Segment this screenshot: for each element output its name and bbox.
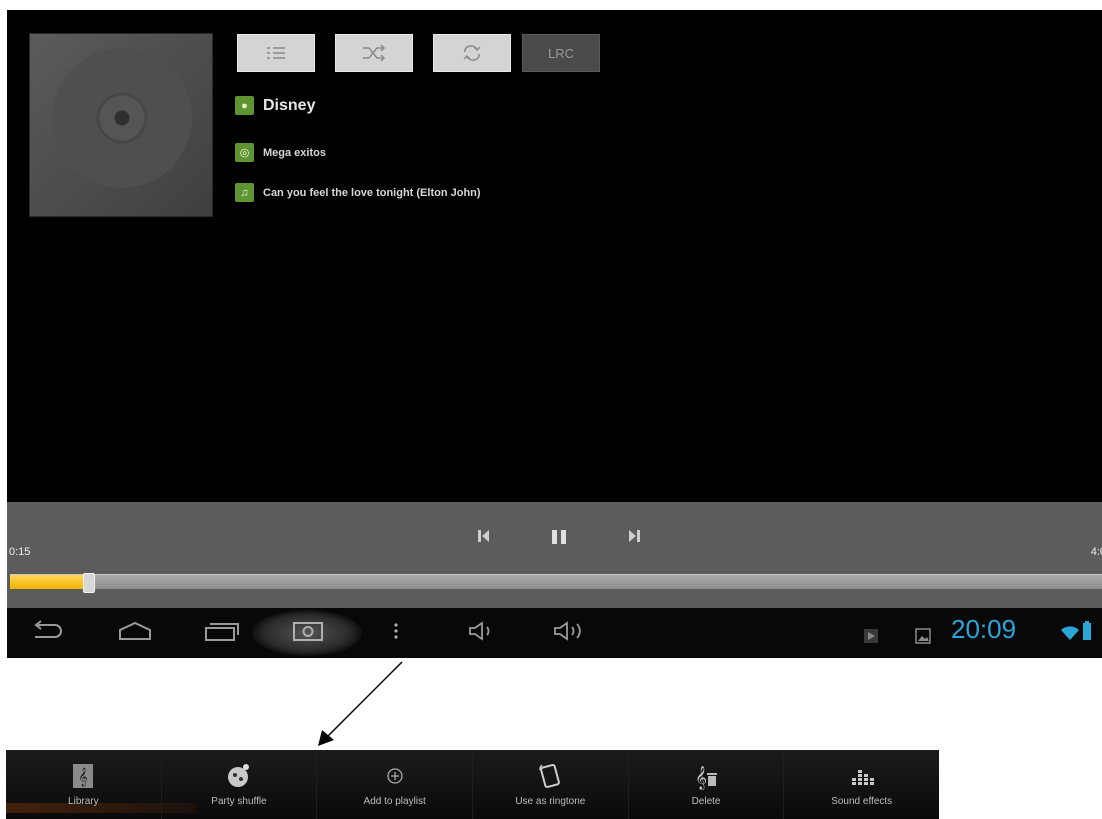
disc-icon: [52, 48, 192, 188]
gallery-notification[interactable]: [915, 624, 931, 650]
music-player-screen: LRC ● Disney ◎ Mega exitos ♫ Can you fee…: [7, 10, 1102, 658]
screenshot-button[interactable]: [292, 620, 324, 648]
status-clock: 20:09: [951, 614, 1017, 644]
shuffle-icon: [363, 44, 386, 62]
playlist-button[interactable]: [237, 34, 315, 72]
seek-bar[interactable]: [10, 573, 1102, 593]
lrc-label: LRC: [547, 45, 574, 61]
lrc-button[interactable]: LRC: [522, 34, 600, 72]
battery-icon: [1082, 620, 1092, 648]
library-icon: 𝄞: [73, 764, 94, 788]
next-icon: [629, 530, 640, 542]
menu-item-library[interactable]: 𝄞 Library: [6, 750, 162, 819]
next-button[interactable]: [627, 528, 641, 549]
repeat-button[interactable]: [433, 34, 511, 72]
party-shuffle-icon: [228, 764, 249, 787]
media-notification[interactable]: [863, 624, 879, 650]
playback-controls: 0:15 4:0: [7, 502, 1102, 608]
overflow-menu: 𝄞 Library Party shuffle Add to playlist …: [6, 750, 939, 819]
album-icon: ◎: [235, 143, 254, 162]
picture-icon: [915, 628, 931, 644]
menu-item-label: Library: [68, 796, 99, 807]
artist-row: ● Disney: [235, 96, 315, 115]
track-row: ♫ Can you feel the love tonight (Elton J…: [235, 183, 481, 202]
system-bar: 20:09: [7, 608, 1102, 658]
pause-icon: [552, 530, 566, 544]
add-icon: [387, 768, 403, 784]
back-icon: [34, 620, 62, 638]
volume-down-button[interactable]: [467, 620, 501, 648]
menu-item-sound-effects[interactable]: Sound effects: [784, 750, 939, 819]
menu-item-add-to-playlist[interactable]: Add to playlist: [317, 750, 474, 819]
home-button[interactable]: [117, 620, 153, 648]
repeat-icon: [463, 45, 481, 61]
total-time: 4:0: [1090, 546, 1102, 558]
menu-item-label: Use as ringtone: [515, 796, 586, 807]
shuffle-button[interactable]: [335, 34, 413, 72]
elapsed-time: 0:15: [9, 546, 31, 558]
menu-item-label: Sound effects: [831, 796, 893, 807]
album-art: [29, 33, 213, 217]
seek-bar-thumb[interactable]: [83, 573, 96, 593]
album-row: ◎ Mega exitos: [235, 143, 326, 162]
wifi-icon: [1060, 622, 1080, 648]
play-notification-icon: [864, 629, 878, 643]
track-title: Can you feel the love tonight (Elton Joh…: [263, 186, 481, 199]
delete-icon: 𝄞: [695, 765, 718, 790]
menu-button[interactable]: [391, 620, 401, 648]
volume-up-button[interactable]: [552, 620, 592, 648]
camera-icon: [293, 622, 323, 641]
menu-item-delete[interactable]: 𝄞 Delete: [629, 750, 785, 819]
previous-button[interactable]: [477, 528, 491, 549]
seek-bar-fill: [10, 575, 87, 589]
microphone-icon: ●: [235, 96, 254, 115]
svg-text:𝄞: 𝄞: [695, 765, 707, 790]
home-icon: [119, 621, 151, 640]
pause-button[interactable]: [550, 528, 568, 551]
menu-item-label: Add to playlist: [363, 796, 426, 807]
back-button[interactable]: [29, 620, 63, 648]
music-note-icon: ♫: [235, 183, 254, 202]
menu-item-party-shuffle[interactable]: Party shuffle: [162, 750, 318, 819]
list-icon: [267, 47, 285, 59]
volume-down-icon: [469, 621, 490, 641]
equalizer-icon: [851, 770, 874, 785]
menu-item-label: Party shuffle: [211, 796, 267, 807]
svg-text:𝄞: 𝄞: [79, 767, 88, 787]
recent-apps-button[interactable]: [204, 620, 240, 648]
previous-icon: [478, 530, 489, 542]
menu-item-use-as-ringtone[interactable]: Use as ringtone: [473, 750, 629, 819]
recent-apps-icon: [205, 623, 239, 641]
menu-item-label: Delete: [691, 796, 721, 807]
overflow-menu-icon: [394, 623, 398, 639]
annotation-arrow: [318, 661, 403, 746]
artist-name: Disney: [263, 96, 316, 114]
volume-up-icon: [554, 621, 581, 641]
album-name: Mega exitos: [263, 146, 326, 159]
ringtone-icon: [539, 763, 561, 789]
